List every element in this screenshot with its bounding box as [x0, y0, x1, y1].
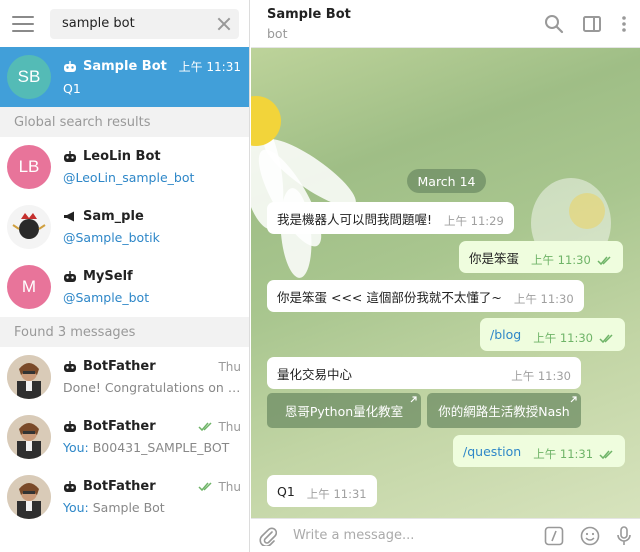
- global-result-item[interactable]: LB LeoLin Bot @LeoLin_sample_bot: [0, 137, 249, 197]
- megaphone-icon: [63, 211, 77, 222]
- double-check-icon: [198, 421, 212, 431]
- message-preview: You: B00431_SAMPLE_BOT: [63, 440, 230, 455]
- clear-search-icon[interactable]: [217, 17, 231, 31]
- bot-commands-icon[interactable]: [544, 526, 564, 546]
- message-preview: You: Sample Bot: [63, 500, 165, 515]
- global-results-header: Global search results: [0, 107, 249, 137]
- message-input[interactable]: [293, 528, 544, 543]
- avatar: [7, 475, 51, 519]
- avatar-image: [7, 355, 51, 399]
- message-time: Thu: [218, 359, 241, 374]
- result-handle: @LeoLin_sample_bot: [63, 170, 195, 185]
- found-messages-header: Found 3 messages: [0, 317, 249, 347]
- bot-icon: [63, 481, 77, 492]
- command-link[interactable]: /blog: [490, 327, 521, 342]
- inline-button[interactable]: 恩哥Python量化教室: [267, 393, 421, 428]
- double-check-icon: [597, 255, 611, 265]
- chat-last-message: Q1: [63, 81, 81, 96]
- external-arrow-icon: [410, 396, 417, 403]
- message-bubble[interactable]: /question 上午 11:31: [453, 435, 626, 467]
- global-result-item[interactable]: M MySelf @Sample_bot: [0, 257, 249, 317]
- chat-time: 上午 11:31: [178, 60, 241, 74]
- bot-icon: [63, 151, 77, 162]
- chat-list-panel: SB Sample Bot 上午 11:31 Q1 Global search …: [0, 0, 250, 552]
- found-message-item[interactable]: BotFather Thu Done! Congratulations on yo.…: [0, 347, 249, 407]
- message-sender: BotFather: [83, 419, 156, 434]
- attach-icon[interactable]: [259, 526, 277, 546]
- global-result-item[interactable]: Sam_ple @Sample_botik: [0, 197, 249, 257]
- search-icon[interactable]: [544, 14, 564, 34]
- result-handle: @Sample_bot: [63, 290, 150, 305]
- bot-icon: [63, 421, 77, 432]
- chat-item-sample-bot[interactable]: SB Sample Bot 上午 11:31 Q1: [0, 47, 249, 107]
- message-bubble[interactable]: 你是笨蛋 <<< 這個部份我就不太懂了~ 上午 11:30: [267, 280, 584, 312]
- avatar: [7, 415, 51, 459]
- date-divider: March 14: [407, 169, 486, 193]
- double-check-icon: [599, 449, 613, 459]
- message-time: Thu: [218, 419, 241, 434]
- result-name: LeoLin Bot: [83, 149, 161, 164]
- message-time: Thu: [218, 479, 241, 494]
- message-bubble[interactable]: /blog 上午 11:30: [480, 318, 625, 351]
- message-bubble[interactable]: 我是機器人可以問我問題喔! 上午 11:29: [267, 202, 514, 234]
- message-sender: BotFather: [83, 479, 156, 494]
- avatar: SB: [7, 55, 51, 99]
- message-sender: BotFather: [83, 359, 156, 374]
- search-input[interactable]: [62, 16, 217, 31]
- chat-name: Sample Bot: [83, 59, 167, 74]
- avatar: [7, 205, 51, 249]
- message-bubble[interactable]: 量化交易中心 上午 11:30: [267, 357, 581, 389]
- result-handle: @Sample_botik: [63, 230, 160, 245]
- avatar-image: [7, 205, 51, 249]
- chat-header: Sample Bot bot: [251, 0, 640, 48]
- avatar-image: [7, 415, 51, 459]
- bot-icon: [63, 361, 77, 372]
- result-name: Sam_ple: [83, 209, 144, 224]
- bot-icon: [63, 61, 77, 72]
- composer: [251, 518, 640, 552]
- avatar: LB: [7, 145, 51, 189]
- found-message-item[interactable]: BotFather Thu You: B00431_SAMPLE_BOT: [0, 407, 249, 467]
- emoji-icon[interactable]: [580, 526, 600, 546]
- message-bubble[interactable]: Q1 上午 11:31: [267, 475, 377, 507]
- microphone-icon[interactable]: [616, 525, 632, 546]
- bot-icon: [63, 271, 77, 282]
- avatar-image: [7, 475, 51, 519]
- avatar: [7, 355, 51, 399]
- external-arrow-icon: [570, 396, 577, 403]
- search-bar: [0, 0, 249, 47]
- search-box: [50, 8, 239, 39]
- double-check-icon: [599, 333, 613, 343]
- found-message-item[interactable]: BotFather Thu You: Sample Bot: [0, 467, 249, 527]
- message-area[interactable]: March 14 我是機器人可以問我問題喔! 上午 11:29 你是笨蛋 上午 11…: [251, 48, 640, 518]
- more-options-icon[interactable]: [620, 14, 628, 34]
- chat-panel: Sample Bot bot March 14 我是機器人可以問我問題喔! 上午 …: [251, 0, 640, 552]
- message-preview: Done! Congratulations on yo...: [63, 380, 241, 395]
- command-link[interactable]: /question: [463, 444, 521, 459]
- sidebar-toggle-icon[interactable]: [582, 14, 602, 34]
- result-name: MySelf: [83, 269, 133, 284]
- avatar: M: [7, 265, 51, 309]
- double-check-icon: [198, 481, 212, 491]
- message-bubble[interactable]: 你是笨蛋 上午 11:30: [459, 241, 623, 273]
- menu-icon[interactable]: [12, 15, 34, 32]
- inline-button[interactable]: 你的網路生活教授Nash: [427, 393, 581, 428]
